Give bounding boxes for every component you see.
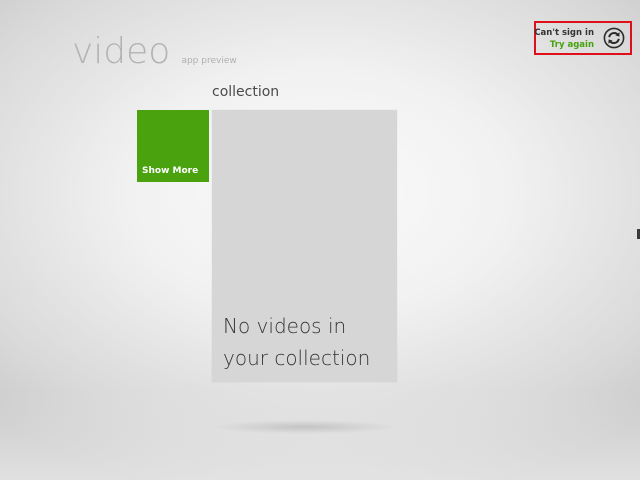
empty-collection-message: No videos in your collection — [223, 310, 393, 374]
background-glow — [0, 390, 640, 480]
show-more-tile[interactable]: Show More — [137, 110, 209, 182]
show-more-label: Show More — [142, 166, 199, 176]
section-heading-collection[interactable]: collection — [212, 84, 279, 100]
refresh-icon[interactable] — [603, 27, 625, 49]
empty-message-line-2: your collection — [223, 346, 371, 370]
signin-status-text: Can't sign in — [534, 28, 594, 38]
empty-collection-tile: No videos in your collection — [212, 110, 397, 382]
signin-status-button[interactable]: Can't sign in Try again — [534, 21, 632, 55]
signin-texts: Can't sign in Try again — [534, 27, 594, 51]
app-title: video app preview — [72, 30, 237, 74]
tile-reflection — [212, 420, 397, 434]
app-subtitle: app preview — [181, 56, 237, 66]
app-name: video — [72, 31, 171, 72]
try-again-link[interactable]: Try again — [534, 39, 594, 51]
empty-message-line-1: No videos in — [223, 314, 347, 338]
